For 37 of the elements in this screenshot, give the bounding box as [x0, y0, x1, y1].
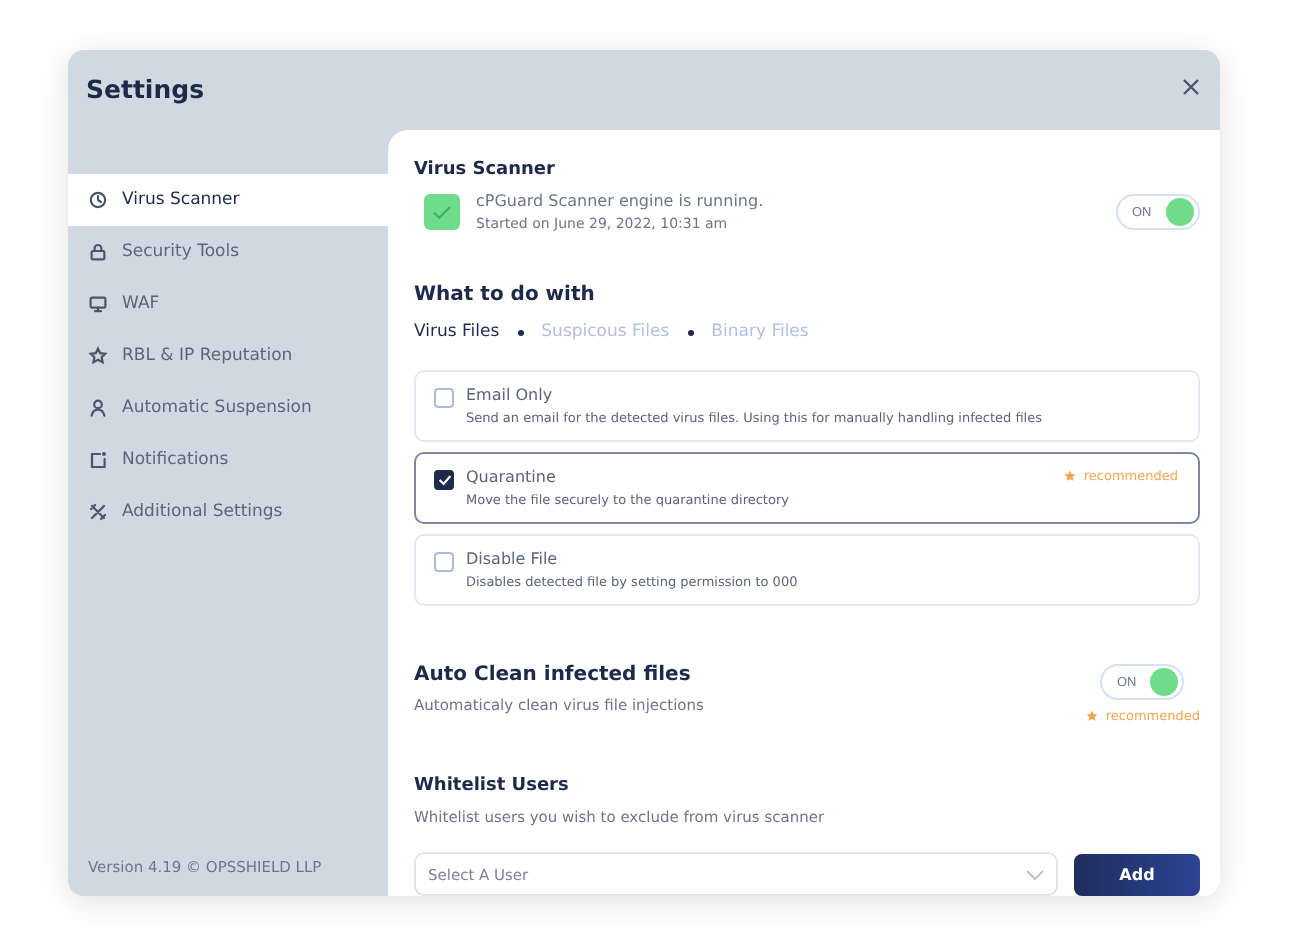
section-title: Virus Scanner	[414, 160, 557, 180]
separator-dot	[517, 329, 524, 335]
sidebar-item[interactable]: Additional Settings	[68, 486, 388, 538]
star-icon	[1085, 710, 1098, 722]
check-icon	[437, 474, 451, 486]
section-title: What to do with	[414, 284, 597, 306]
monitor-icon	[88, 294, 108, 314]
notification-icon	[88, 450, 108, 470]
star-icon	[1063, 470, 1076, 482]
add-button[interactable]: Add	[1074, 853, 1200, 895]
option-label: Quarantine	[466, 468, 558, 486]
checkmark-icon	[424, 194, 460, 230]
lock-icon	[88, 242, 108, 262]
section-title: Whitelist Users	[414, 776, 571, 796]
option-label: Disable File	[466, 550, 560, 568]
separator-dot	[687, 329, 694, 335]
sidebar-item[interactable]: WAF	[68, 278, 388, 330]
checkbox[interactable]	[434, 470, 454, 490]
status-text: cPGuard Scanner engine is running.	[476, 192, 766, 210]
sidebar-item[interactable]: Notifications	[68, 434, 388, 486]
sidebar-item[interactable]: Virus Scanner	[68, 174, 388, 226]
user-icon	[88, 398, 108, 418]
clock-icon	[88, 190, 108, 210]
option-label: Email Only	[466, 386, 555, 404]
chevron-down-icon	[1026, 869, 1044, 879]
checkbox[interactable]	[434, 552, 454, 572]
sidebar-item[interactable]: RBL & IP Reputation	[68, 330, 388, 382]
tools-icon	[88, 502, 108, 522]
star-icon	[88, 346, 108, 366]
window-title: Settings	[86, 74, 205, 104]
tab[interactable]: Virus Files	[414, 322, 500, 342]
sidebar-item[interactable]: Automatic Suspension	[68, 382, 388, 434]
close-icon	[1182, 78, 1200, 96]
sidebar-item[interactable]: Security Tools	[68, 226, 388, 278]
section-title: Auto Clean infected files	[414, 664, 693, 686]
close-button[interactable]	[1178, 74, 1204, 100]
checkbox[interactable]	[434, 388, 454, 408]
